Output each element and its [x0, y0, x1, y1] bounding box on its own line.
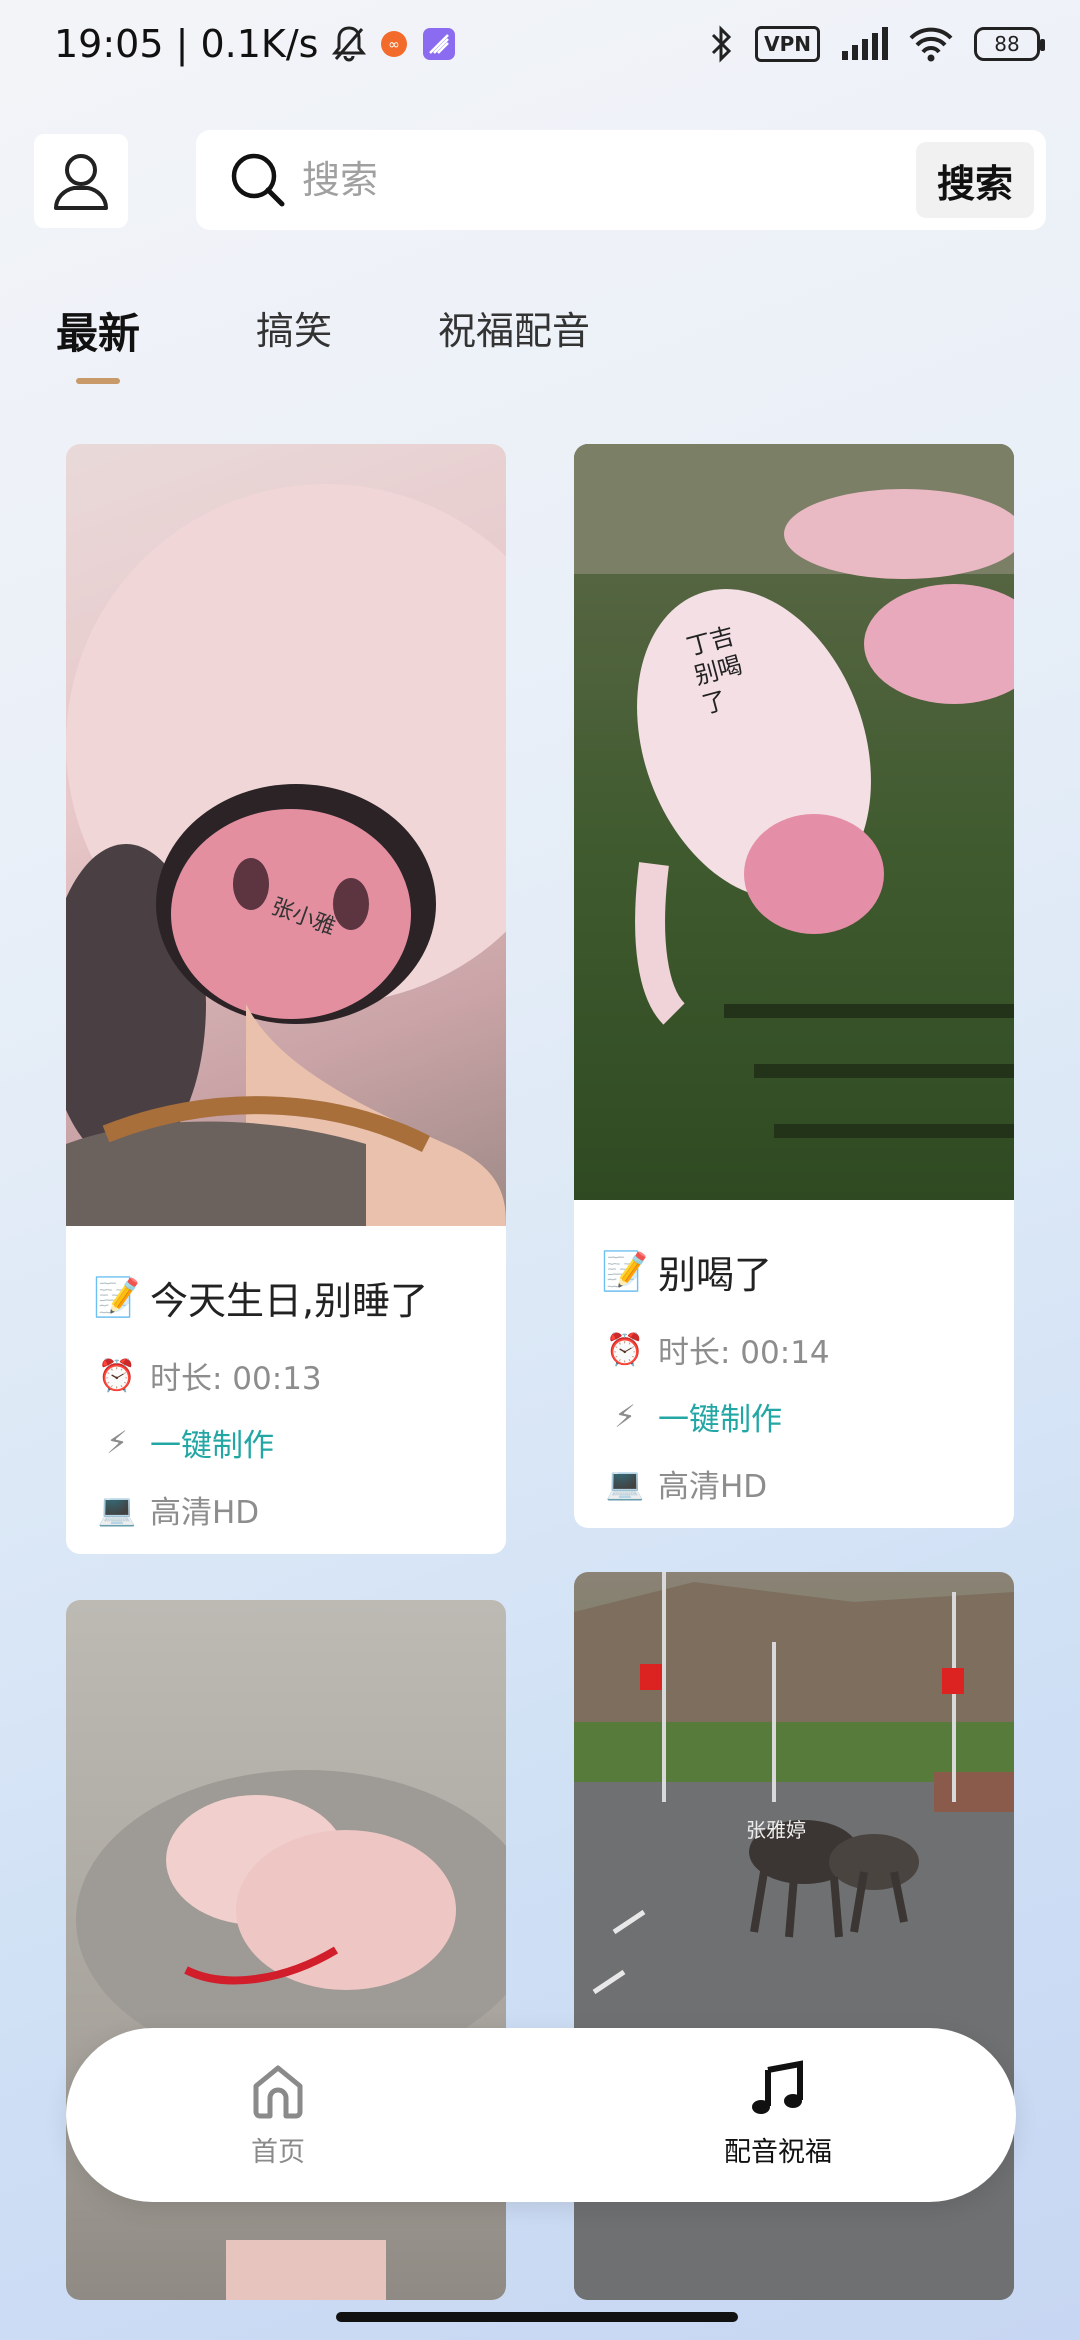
nav-home-label: 首页 — [251, 2137, 305, 2168]
profile-button[interactable] — [34, 134, 128, 228]
alarm-clock-icon: ⏰ — [605, 1332, 645, 1368]
video-card[interactable]: 张小雅 📝 今天生日,别睡了 ⏰ 时长: 00:13 ⚡ 一键制作 💻 高清HD — [66, 444, 506, 1554]
memo-icon: 📝 — [93, 1275, 141, 1319]
home-indicator[interactable] — [336, 2312, 738, 2322]
alarm-clock-icon: ⏰ — [97, 1358, 137, 1394]
duration-row: ⏰ 时长: 00:13 — [98, 1353, 474, 1398]
wifi-icon — [908, 26, 954, 62]
video-card[interactable]: 丁吉别喝了 📝 别喝了 ⏰ 时长: 00:14 ⚡ 一键制作 💻 高清HD — [574, 444, 1014, 1528]
duration-text: 时长: 00:14 — [658, 1335, 830, 1371]
video-thumbnail[interactable]: 丁吉别喝了 — [574, 444, 1014, 1200]
home-icon — [253, 2065, 303, 2119]
signal-icon — [840, 27, 888, 61]
status-right: VPN 88 — [709, 24, 1045, 64]
category-tabs: 最新 搞笑 祝福配音 — [56, 300, 696, 361]
search-bar[interactable]: 搜索 — [196, 130, 1046, 230]
nav-dubbing-blessing-label: 配音祝福 — [724, 2137, 832, 2168]
status-bar: 19:05 | 0.1K/s ∞ VPN 88 — [0, 0, 1080, 100]
quality-row: 💻 高清HD — [98, 1487, 474, 1532]
bluetooth-icon — [709, 24, 735, 64]
card-title: 别喝了 — [658, 1253, 773, 1297]
nav-dubbing-blessing[interactable]: 配音祝福 — [724, 2060, 832, 2169]
search-button[interactable]: 搜索 — [916, 142, 1034, 218]
tab-latest[interactable]: 最新 — [56, 300, 140, 361]
laptop-icon: 💻 — [605, 1466, 645, 1502]
music-note-icon — [752, 2060, 803, 2114]
bottom-nav: 首页 配音祝福 — [66, 2028, 1016, 2202]
search-icon — [231, 153, 285, 207]
tab-blessing-dubbing[interactable]: 祝福配音 — [438, 300, 590, 361]
card-title: 今天生日,别睡了 — [150, 1279, 429, 1323]
time-speed: 19:05 | 0.1K/s — [54, 22, 319, 66]
card-title-row: 📝 今天生日,别睡了 — [93, 1270, 474, 1325]
card-info: 📝 今天生日,别睡了 ⏰ 时长: 00:13 ⚡ 一键制作 💻 高清HD — [66, 1226, 506, 1532]
status-left: 19:05 | 0.1K/s ∞ — [54, 22, 456, 66]
nav-home[interactable]: 首页 — [248, 2060, 308, 2169]
quality-text: 高清HD — [658, 1469, 768, 1505]
duration-row: ⏰ 时长: 00:14 — [606, 1327, 982, 1372]
svg-text:∞: ∞ — [389, 37, 401, 53]
battery-icon: 88 — [974, 27, 1045, 61]
lightning-icon: ⚡ — [614, 1398, 636, 1435]
quality-text: 高清HD — [150, 1495, 260, 1531]
mute-bell-icon — [332, 25, 367, 63]
quality-row: 💻 高清HD — [606, 1461, 982, 1506]
tab-indicator — [76, 378, 120, 384]
gallery-icon — [422, 27, 456, 61]
app-notif-icon: ∞ — [380, 30, 408, 58]
video-thumbnail[interactable]: 张小雅 — [66, 444, 506, 1226]
laptop-icon: 💻 — [97, 1492, 137, 1528]
duration-text: 时长: 00:13 — [150, 1361, 322, 1397]
one-click-make-link[interactable]: 一键制作 — [150, 1420, 274, 1465]
one-click-make-link[interactable]: 一键制作 — [658, 1394, 782, 1439]
one-click-make-row[interactable]: ⚡ 一键制作 — [98, 1420, 474, 1465]
one-click-make-row[interactable]: ⚡ 一键制作 — [606, 1394, 982, 1439]
tab-funny[interactable]: 搞笑 — [256, 300, 332, 361]
vpn-icon: VPN — [755, 26, 820, 62]
memo-icon: 📝 — [601, 1249, 649, 1293]
card-title-row: 📝 别喝了 — [601, 1244, 982, 1299]
card-info: 📝 别喝了 ⏰ 时长: 00:14 ⚡ 一键制作 💻 高清HD — [574, 1200, 1014, 1506]
lightning-icon: ⚡ — [106, 1424, 128, 1461]
thumbnail-caption: 张雅婷 — [746, 1818, 806, 1842]
user-icon — [54, 154, 108, 210]
